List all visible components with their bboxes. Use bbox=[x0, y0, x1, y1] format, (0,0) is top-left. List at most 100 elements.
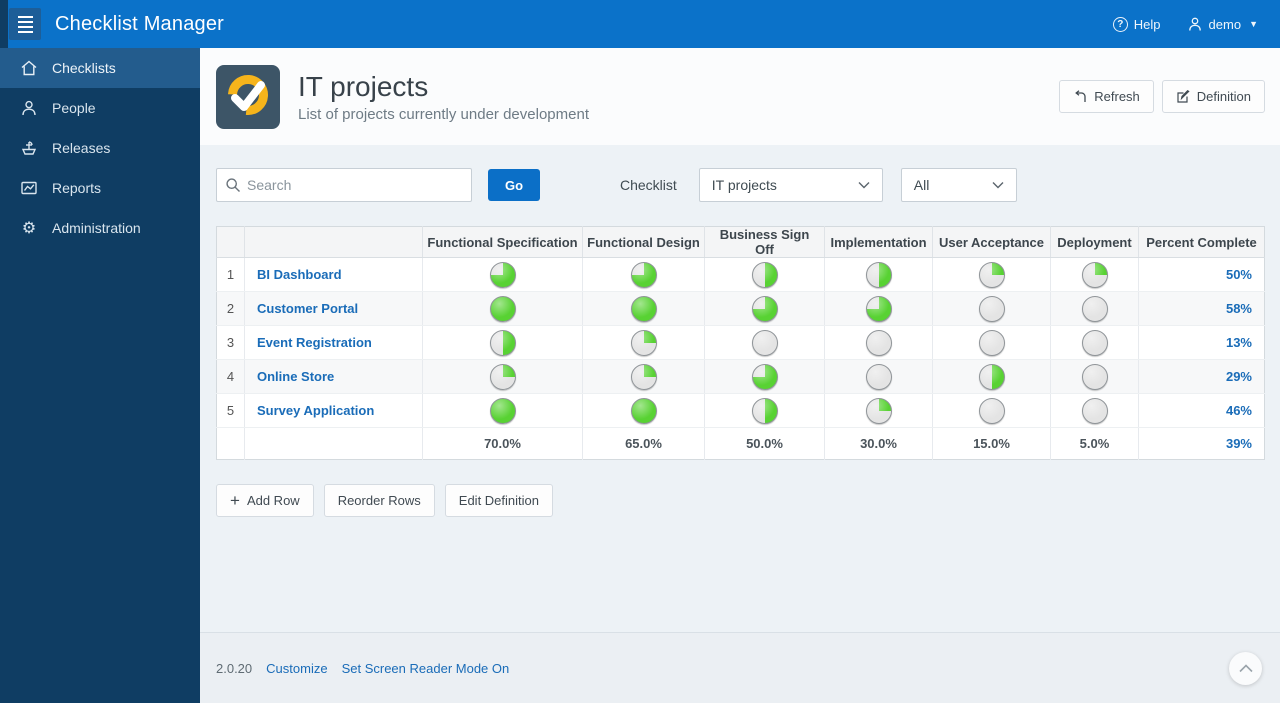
user-menu[interactable]: demo ▼ bbox=[1187, 16, 1258, 32]
progress-pie[interactable] bbox=[489, 397, 516, 424]
summary-percent-complete: 39% bbox=[1138, 427, 1265, 460]
progress-cell bbox=[1050, 291, 1139, 326]
chart-icon bbox=[21, 181, 37, 195]
help-link[interactable]: ? Help bbox=[1112, 16, 1161, 32]
reorder-rows-button[interactable]: Reorder Rows bbox=[323, 484, 435, 517]
progress-pie[interactable] bbox=[751, 397, 778, 424]
sidebar-item-releases[interactable]: Releases bbox=[0, 128, 200, 168]
scope-select-value: All bbox=[913, 177, 930, 193]
progress-pie[interactable] bbox=[630, 261, 657, 288]
sidebar-item-reports[interactable]: Reports bbox=[0, 168, 200, 208]
percent-complete-link[interactable]: 46% bbox=[1226, 403, 1252, 418]
progress-pie[interactable] bbox=[630, 295, 657, 322]
progress-pie[interactable] bbox=[1081, 397, 1108, 424]
progress-pie[interactable] bbox=[751, 363, 778, 390]
checklist-select[interactable]: IT projects bbox=[698, 168, 883, 202]
percent-complete-link[interactable]: 29% bbox=[1226, 369, 1252, 384]
sidebar-item-administration[interactable]: ⚙ Administration bbox=[0, 208, 200, 248]
progress-pie[interactable] bbox=[751, 329, 778, 356]
percent-complete-link[interactable]: 50% bbox=[1226, 267, 1252, 282]
progress-cell bbox=[932, 393, 1051, 428]
summary-value: 15.0% bbox=[932, 427, 1051, 460]
progress-pie[interactable] bbox=[978, 329, 1005, 356]
project-name-link[interactable]: Customer Portal bbox=[257, 301, 358, 316]
sidebar-item-people[interactable]: People bbox=[0, 88, 200, 128]
column-header-deployment[interactable]: Deployment bbox=[1050, 226, 1139, 258]
project-name-link[interactable]: Survey Application bbox=[257, 403, 374, 418]
column-header-user-acceptance[interactable]: User Acceptance bbox=[932, 226, 1051, 258]
topbar-left-strip bbox=[0, 0, 8, 48]
summary-percent-link: 39% bbox=[1225, 436, 1252, 451]
top-bar: Checklist Manager ? Help demo ▼ bbox=[0, 0, 1280, 48]
progress-pie[interactable] bbox=[865, 261, 892, 288]
progress-pie[interactable] bbox=[489, 329, 516, 356]
progress-pie[interactable] bbox=[978, 363, 1005, 390]
percent-complete-cell: 46% bbox=[1138, 393, 1265, 428]
sidebar-item-label: Reports bbox=[52, 180, 102, 196]
sidebar-item-label: Releases bbox=[52, 140, 111, 156]
progress-pie[interactable] bbox=[1081, 261, 1108, 288]
project-name-link[interactable]: Online Store bbox=[257, 369, 334, 384]
percent-complete-cell: 58% bbox=[1138, 291, 1265, 326]
progress-cell bbox=[824, 291, 933, 326]
progress-cell bbox=[582, 359, 705, 394]
progress-pie[interactable] bbox=[630, 397, 657, 424]
progress-cell bbox=[1050, 257, 1139, 292]
scroll-to-top-button[interactable] bbox=[1229, 651, 1262, 685]
progress-pie[interactable] bbox=[1081, 363, 1108, 390]
progress-cell bbox=[1050, 359, 1139, 394]
project-name-link[interactable]: Event Registration bbox=[257, 335, 372, 350]
percent-complete-cell: 29% bbox=[1138, 359, 1265, 394]
progress-pie[interactable] bbox=[865, 397, 892, 424]
search-input[interactable] bbox=[216, 168, 472, 202]
column-header-business-sign-off[interactable]: Business Sign Off bbox=[704, 226, 825, 258]
add-row-button[interactable]: + Add Row bbox=[216, 484, 314, 517]
progress-pie[interactable] bbox=[978, 397, 1005, 424]
scope-select[interactable]: All bbox=[900, 168, 1017, 202]
edit-definition-button[interactable]: Edit Definition bbox=[444, 484, 553, 517]
sidebar-item-label: Checklists bbox=[52, 60, 116, 76]
column-header-functional-design[interactable]: Functional Design bbox=[582, 226, 705, 258]
column-header-implementation[interactable]: Implementation bbox=[824, 226, 933, 258]
progress-pie[interactable] bbox=[978, 295, 1005, 322]
project-name-cell: Survey Application bbox=[244, 393, 423, 428]
progress-pie[interactable] bbox=[751, 261, 778, 288]
project-name-link[interactable]: BI Dashboard bbox=[257, 267, 342, 282]
progress-pie[interactable] bbox=[1081, 329, 1108, 356]
row-number: 4 bbox=[216, 359, 245, 394]
progress-pie[interactable] bbox=[489, 295, 516, 322]
progress-pie[interactable] bbox=[630, 329, 657, 356]
column-header-percent-complete[interactable]: Percent Complete bbox=[1138, 226, 1265, 258]
percent-complete-link[interactable]: 13% bbox=[1226, 335, 1252, 350]
progress-pie[interactable] bbox=[865, 363, 892, 390]
customize-link[interactable]: Customize bbox=[266, 661, 327, 676]
progress-cell bbox=[582, 257, 705, 292]
progress-pie[interactable] bbox=[489, 363, 516, 390]
checklist-app-icon bbox=[216, 64, 280, 129]
definition-button[interactable]: Definition bbox=[1161, 80, 1265, 113]
progress-cell bbox=[932, 257, 1051, 292]
progress-pie[interactable] bbox=[1081, 295, 1108, 322]
checklist-select-value: IT projects bbox=[711, 177, 777, 193]
progress-cell bbox=[824, 393, 933, 428]
help-label: Help bbox=[1133, 16, 1161, 32]
progress-cell bbox=[582, 393, 705, 428]
refresh-button[interactable]: Refresh bbox=[1059, 80, 1154, 113]
definition-label: Definition bbox=[1196, 89, 1251, 104]
progress-pie[interactable] bbox=[865, 295, 892, 322]
sidebar-item-checklists[interactable]: Checklists bbox=[0, 48, 200, 88]
progress-pie[interactable] bbox=[865, 329, 892, 356]
chevron-down-icon bbox=[992, 182, 1004, 189]
column-header-functional-specification[interactable]: Functional Specification bbox=[422, 226, 583, 258]
checklist-grid: Functional Specification Functional Desi… bbox=[216, 226, 1265, 460]
percent-complete-link[interactable]: 58% bbox=[1226, 301, 1252, 316]
progress-pie[interactable] bbox=[978, 261, 1005, 288]
progress-pie[interactable] bbox=[630, 363, 657, 390]
progress-pie[interactable] bbox=[751, 295, 778, 322]
progress-pie[interactable] bbox=[489, 261, 516, 288]
page-header: IT projects List of projects currently u… bbox=[200, 48, 1280, 145]
progress-cell bbox=[422, 393, 583, 428]
hamburger-menu-button[interactable] bbox=[9, 8, 41, 40]
go-button[interactable]: Go bbox=[488, 169, 540, 201]
screen-reader-link[interactable]: Set Screen Reader Mode On bbox=[342, 661, 510, 676]
